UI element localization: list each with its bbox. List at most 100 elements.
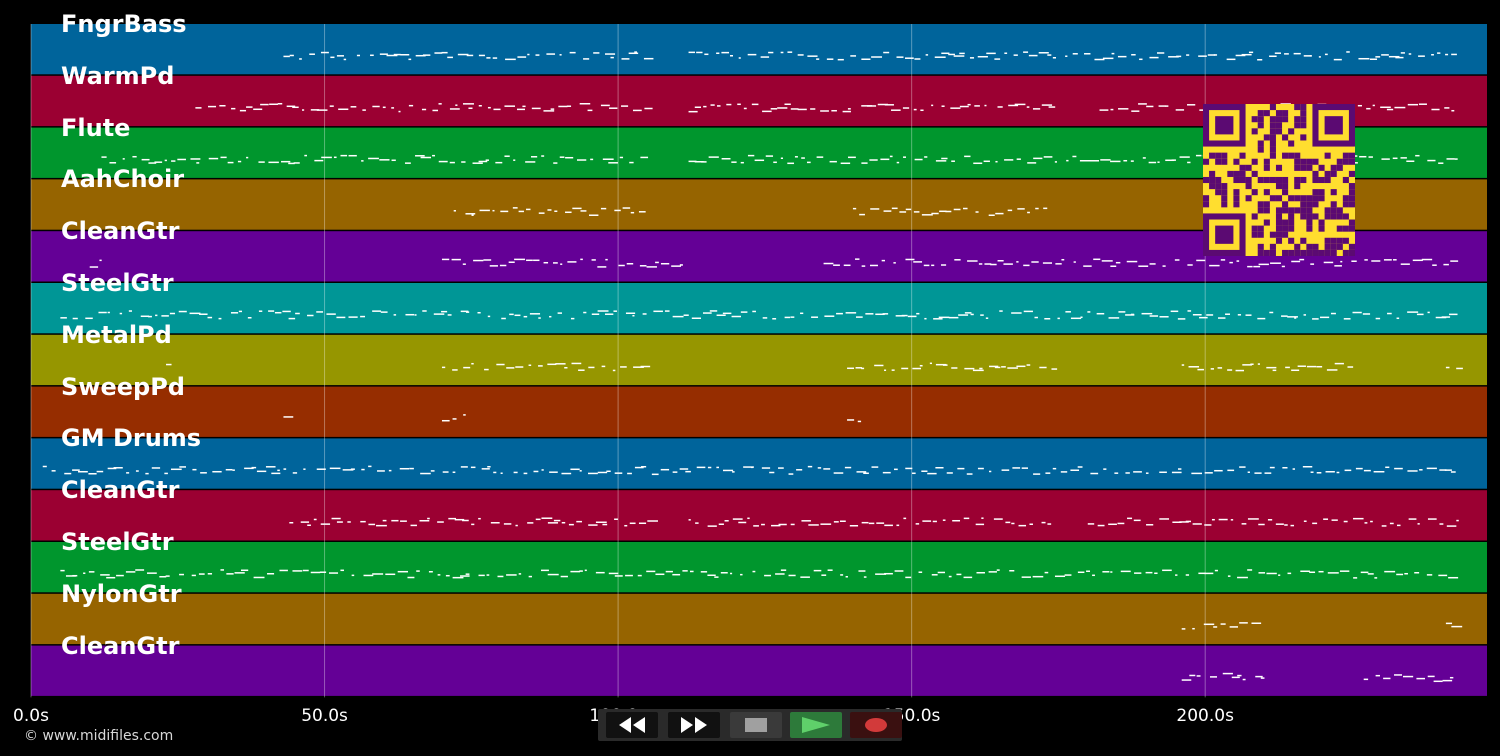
note xyxy=(471,362,474,365)
note xyxy=(579,470,582,472)
note xyxy=(743,107,747,110)
note xyxy=(1120,570,1131,573)
rewind-button[interactable] xyxy=(606,712,658,738)
note xyxy=(1159,518,1170,520)
note xyxy=(1351,260,1357,262)
note xyxy=(177,158,186,161)
track-lane[interactable] xyxy=(31,593,1487,645)
note xyxy=(671,265,682,267)
note xyxy=(1370,520,1373,523)
track-label: SweepPd xyxy=(61,372,185,401)
note xyxy=(688,110,698,113)
note xyxy=(1218,518,1228,521)
note xyxy=(597,471,608,474)
note xyxy=(302,109,305,111)
note xyxy=(1110,160,1121,163)
track-lane[interactable] xyxy=(31,283,1487,334)
note xyxy=(1324,53,1328,56)
note xyxy=(1408,518,1417,520)
note xyxy=(560,575,568,578)
note xyxy=(1247,569,1253,571)
track-lane[interactable] xyxy=(31,490,1487,541)
note xyxy=(1306,365,1317,368)
note xyxy=(313,518,317,521)
note xyxy=(140,315,150,318)
note xyxy=(370,54,374,57)
track-lane[interactable] xyxy=(31,24,1487,75)
note xyxy=(377,470,385,472)
note xyxy=(303,468,306,470)
record-button[interactable] xyxy=(850,712,902,738)
note xyxy=(807,465,813,468)
note xyxy=(372,573,384,575)
track-lane[interactable] xyxy=(31,645,1487,696)
track-label: SteelGtr xyxy=(61,269,174,297)
note xyxy=(1142,157,1146,159)
note xyxy=(1186,54,1190,56)
note xyxy=(882,313,889,315)
note xyxy=(101,156,107,158)
note xyxy=(821,574,827,576)
note xyxy=(1278,574,1281,576)
note xyxy=(277,469,280,472)
note xyxy=(462,263,466,265)
track-lane[interactable] xyxy=(31,334,1487,386)
note xyxy=(466,54,474,57)
note xyxy=(1396,317,1400,320)
note xyxy=(1427,518,1437,520)
note xyxy=(646,266,657,268)
note xyxy=(780,569,787,571)
note xyxy=(817,467,822,469)
note xyxy=(333,156,337,159)
note xyxy=(632,314,635,317)
note xyxy=(415,155,425,157)
note xyxy=(640,156,649,159)
note xyxy=(1241,523,1247,525)
note xyxy=(434,52,443,54)
note xyxy=(1159,316,1169,318)
note xyxy=(72,574,78,577)
note xyxy=(1033,157,1043,160)
note xyxy=(612,369,616,372)
note xyxy=(731,161,737,163)
note xyxy=(1131,54,1136,56)
fast-forward-button[interactable] xyxy=(668,712,720,738)
note xyxy=(796,469,803,471)
note xyxy=(967,260,978,262)
note xyxy=(905,258,915,261)
rewind-icon xyxy=(619,717,645,733)
stop-button[interactable] xyxy=(730,712,782,738)
note xyxy=(447,56,453,59)
note xyxy=(1257,363,1260,365)
note xyxy=(1404,572,1408,575)
note xyxy=(513,471,518,474)
note xyxy=(637,574,642,577)
note xyxy=(1426,574,1433,576)
track-lane[interactable] xyxy=(31,386,1487,437)
track-lane[interactable] xyxy=(31,438,1487,489)
note xyxy=(1431,108,1440,111)
note xyxy=(179,466,186,468)
note xyxy=(769,471,775,474)
note xyxy=(1047,523,1052,525)
note xyxy=(179,573,184,576)
note xyxy=(589,214,599,216)
note xyxy=(302,569,309,572)
note xyxy=(845,312,857,314)
play-button[interactable] xyxy=(790,712,842,738)
note xyxy=(905,576,912,579)
note xyxy=(1320,316,1330,319)
note xyxy=(1096,312,1105,315)
note xyxy=(1446,158,1455,160)
note xyxy=(445,574,450,577)
note xyxy=(831,109,837,112)
note xyxy=(453,210,456,212)
track-lane[interactable] xyxy=(31,542,1487,593)
note xyxy=(555,363,566,365)
note xyxy=(1042,262,1053,264)
note xyxy=(1239,466,1246,468)
note xyxy=(780,157,784,160)
note xyxy=(840,574,844,576)
note xyxy=(1070,469,1080,471)
note xyxy=(441,366,446,369)
